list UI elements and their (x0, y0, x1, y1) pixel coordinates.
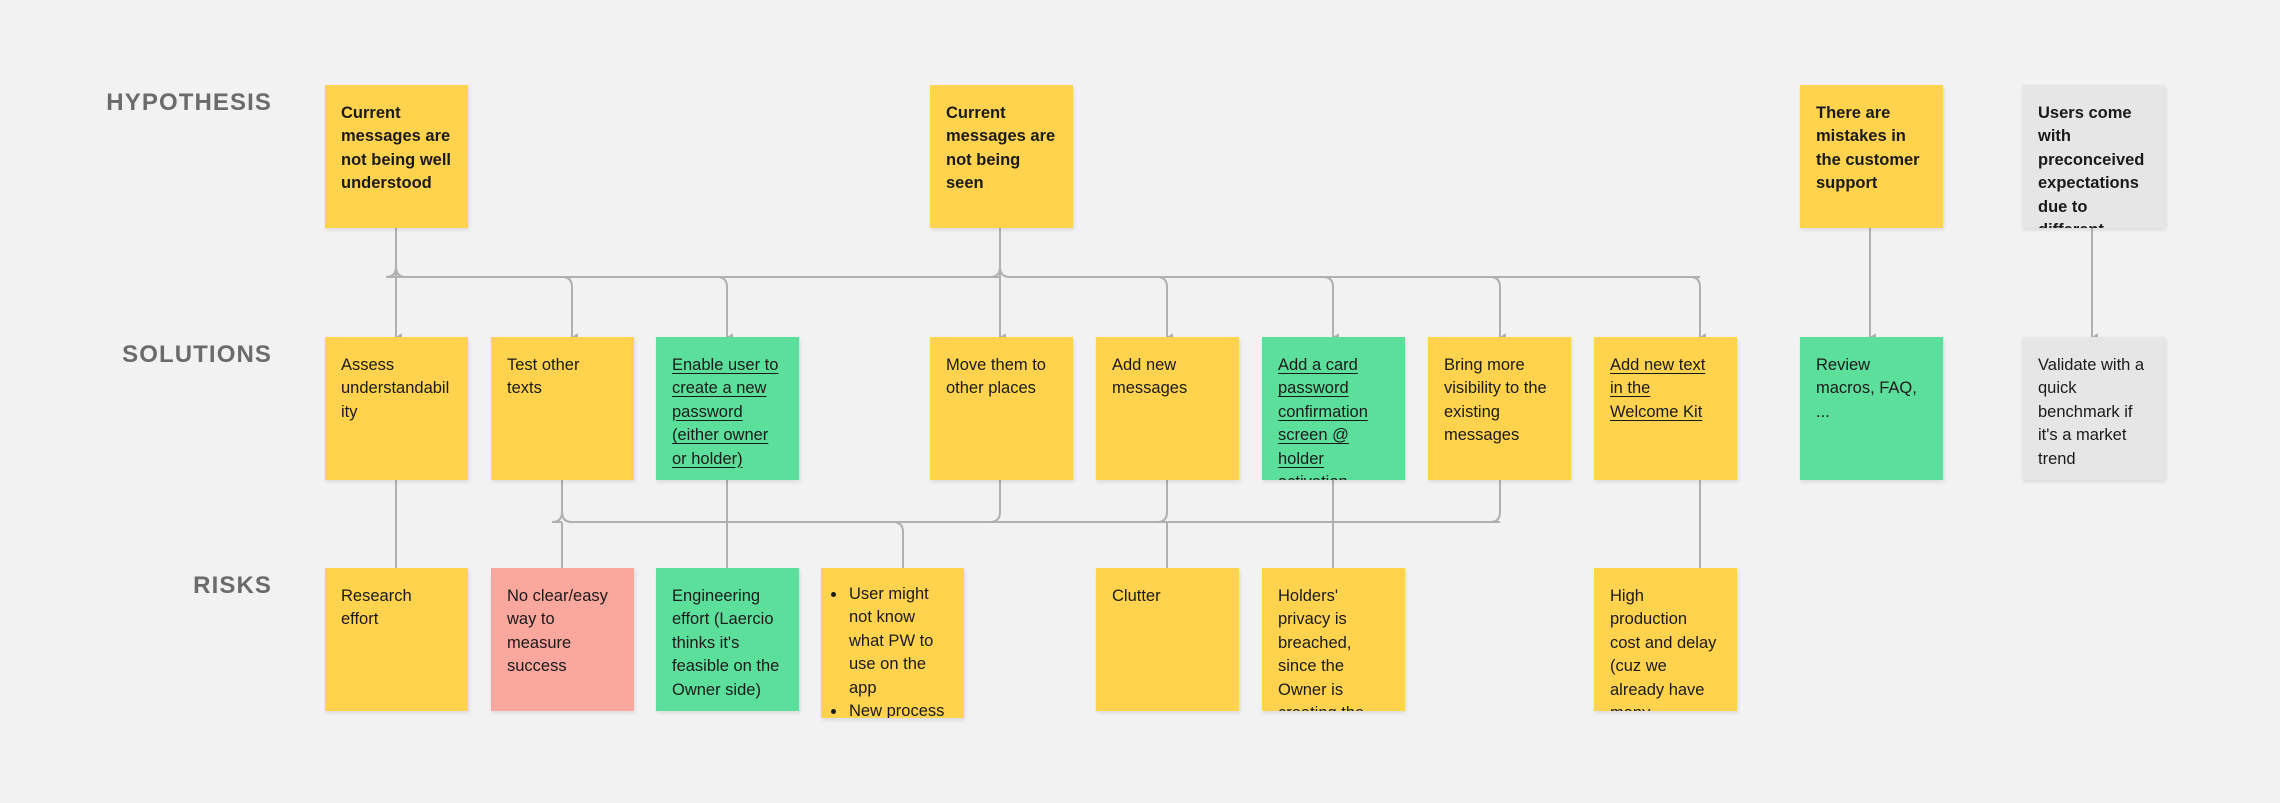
card-text: Move them to other places (946, 356, 1046, 398)
risk-card[interactable]: Research effort (325, 568, 468, 711)
card-text: Current messages are not being seen (946, 104, 1056, 193)
risk-card[interactable]: Holders' privacy is breached, since the … (1262, 568, 1405, 711)
card-text: Add new messages (1112, 356, 1188, 398)
hypothesis-card[interactable]: Users come with preconceived expectation… (2022, 85, 2165, 228)
card-text: There are mistakes in the customer suppo… (1816, 104, 1920, 193)
card-text: Review macros, FAQ, ... (1816, 356, 1917, 421)
card-text: Assess understandability (341, 356, 450, 421)
row-label-risks: RISKS (193, 572, 272, 599)
risk-card[interactable]: Engineering effort (Laercio thinks it's … (656, 568, 799, 711)
card-text: No clear/easy way to measure success (507, 587, 608, 676)
card-text: Research effort (341, 587, 412, 629)
solution-card[interactable]: Bring more visibility to the existing me… (1428, 337, 1571, 480)
solution-card[interactable]: Enable user to create a new password (ei… (656, 337, 799, 480)
risk-card[interactable]: High production cost and delay (cuz we a… (1594, 568, 1737, 711)
card-text: Current messages are not being well unde… (341, 104, 451, 193)
solution-card[interactable]: Test other texts (491, 337, 634, 480)
risk-card[interactable]: User might not know what PW to use on th… (821, 568, 964, 718)
flowchart-board: HYPOTHESIS SOLUTIONS RISKS Current messa… (0, 0, 2280, 803)
solution-card[interactable]: Add new messages (1096, 337, 1239, 480)
solution-card[interactable]: Add a card password confirmation screen … (1262, 337, 1405, 480)
hypothesis-card[interactable]: Current messages are not being well unde… (325, 85, 468, 228)
hypothesis-card[interactable]: Current messages are not being seen (930, 85, 1073, 228)
card-text: Clutter (1112, 587, 1161, 605)
solution-card[interactable]: Move them to other places (930, 337, 1073, 480)
card-text: Holders' privacy is breached, since the … (1278, 587, 1364, 711)
row-label-hypothesis: HYPOTHESIS (106, 89, 272, 116)
row-label-solutions: SOLUTIONS (122, 341, 272, 368)
hypothesis-card[interactable]: There are mistakes in the customer suppo… (1800, 85, 1943, 228)
risk-bullet-list: User might not know what PW to use on th… (829, 583, 954, 718)
card-text: Add a card password confirmation screen … (1278, 356, 1368, 480)
card-text: Enable user to create a new password (ei… (672, 356, 779, 468)
risk-card[interactable]: Clutter (1096, 568, 1239, 711)
risk-card[interactable]: No clear/easy way to measure success (491, 568, 634, 711)
card-text: Add new text in the Welcome Kit (1610, 356, 1706, 421)
solution-card[interactable]: Assess understandability (325, 337, 468, 480)
card-text: Engineering effort (Laercio thinks it's … (672, 587, 780, 699)
solution-card[interactable]: Review macros, FAQ, ... (1800, 337, 1943, 480)
solution-card[interactable]: Add new text in the Welcome Kit (1594, 337, 1737, 480)
card-text: Bring more visibility to the existing me… (1444, 356, 1547, 445)
risk-bullet-item: New process for ops (847, 700, 954, 718)
card-text: Test other texts (507, 356, 580, 398)
card-text: Validate with a quick benchmark if it's … (2038, 356, 2145, 468)
solution-card[interactable]: Validate with a quick benchmark if it's … (2022, 337, 2165, 480)
risk-bullet-item: User might not know what PW to use on th… (847, 583, 954, 700)
card-text: High production cost and delay (cuz we a… (1610, 587, 1717, 711)
card-text: Users come with preconceived expectation… (2038, 104, 2145, 228)
